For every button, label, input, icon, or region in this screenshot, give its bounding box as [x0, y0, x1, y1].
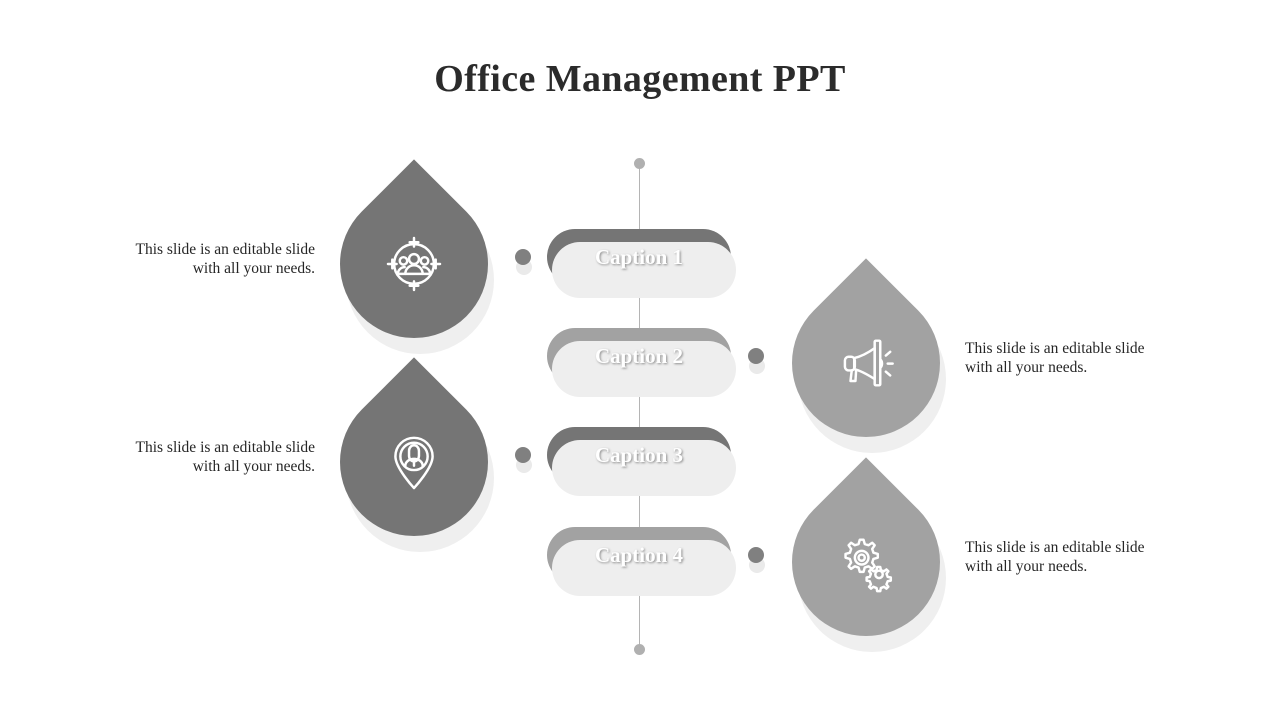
spine-end-dot-bottom: [634, 644, 645, 655]
caption-label-1: Caption 1: [594, 244, 684, 269]
caption-label-3: Caption 3: [594, 442, 684, 467]
caption-label-2: Caption 2: [594, 343, 684, 368]
teardrop-shape-1[interactable]: [309, 159, 525, 385]
caption-pill-1[interactable]: Caption 1: [547, 229, 736, 298]
caption-pill-4[interactable]: Caption 4: [547, 527, 736, 596]
connector-dot-fill-4: [748, 547, 764, 563]
description-line-1: This slide is an editable slide: [965, 340, 1145, 357]
connector-dot-fill-1: [515, 249, 531, 265]
description-line-1: This slide is an editable slide: [965, 539, 1145, 556]
description-line-1: This slide is an editable slide: [135, 241, 315, 258]
teardrop-shape-2[interactable]: [761, 258, 977, 484]
caption-pill-3[interactable]: Caption 3: [547, 427, 736, 496]
connector-dot-3: [515, 447, 532, 473]
connector-dot-fill-2: [748, 348, 764, 364]
target-group-icon: [340, 190, 488, 338]
teardrop-shape-3[interactable]: [309, 357, 525, 583]
gears-icon: [792, 488, 940, 636]
connector-dot-fill-3: [515, 447, 531, 463]
description-text-2: This slide is an editable slide with all…: [965, 339, 1180, 377]
description-line-1: This slide is an editable slide: [135, 439, 315, 456]
description-line-2: with all your needs.: [965, 558, 1088, 575]
caption-label-4: Caption 4: [594, 542, 684, 567]
connector-dot-2: [748, 348, 765, 374]
location-pin-person-icon: [340, 388, 488, 536]
description-text-3: This slide is an editable slide with all…: [100, 438, 315, 476]
teardrop-shape-4[interactable]: [761, 457, 977, 683]
page-title: Office Management PPT: [434, 58, 846, 100]
megaphone-icon: [792, 289, 940, 437]
description-line-2: with all your needs.: [192, 458, 315, 475]
presentation-slide: Office Management PPT This slide is an e…: [0, 0, 1280, 720]
description-text-4: This slide is an editable slide with all…: [965, 538, 1180, 576]
connector-dot-1: [515, 249, 532, 275]
description-text-1: This slide is an editable slide with all…: [100, 240, 315, 278]
description-line-2: with all your needs.: [965, 359, 1088, 376]
description-line-2: with all your needs.: [192, 260, 315, 277]
spine-end-dot-top: [634, 158, 645, 169]
caption-pill-2[interactable]: Caption 2: [547, 328, 736, 397]
connector-dot-4: [748, 547, 765, 573]
